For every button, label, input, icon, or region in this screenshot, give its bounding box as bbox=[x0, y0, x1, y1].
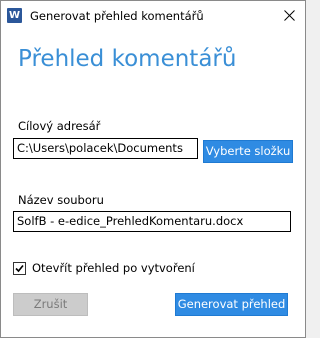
open-after-checkbox[interactable] bbox=[13, 262, 26, 275]
file-name-input[interactable]: SolfB - e-edice_PrehledKomentaru.docx bbox=[13, 211, 291, 232]
browse-folder-button[interactable]: Vyberte složku bbox=[203, 140, 293, 163]
page-heading: Přehled komentářů bbox=[18, 46, 237, 72]
target-dir-input[interactable]: C:\Users\polacek\Documents bbox=[13, 138, 198, 159]
open-after-label[interactable]: Otevřít přehled po vytvoření bbox=[32, 261, 195, 275]
close-icon bbox=[284, 10, 295, 21]
dialog-window: W Generovat přehled komentářů Přehled ko… bbox=[0, 0, 306, 338]
close-button[interactable] bbox=[275, 1, 305, 31]
window-title: Generovat přehled komentářů bbox=[30, 9, 204, 23]
generate-report-button[interactable]: Generovat přehled bbox=[175, 293, 288, 316]
word-app-icon: W bbox=[7, 8, 22, 23]
file-name-label: Název souboru bbox=[18, 193, 104, 207]
title-bar: W Generovat přehled komentářů bbox=[1, 1, 305, 31]
target-dir-label: Cílový adresář bbox=[18, 119, 101, 133]
checkmark-icon bbox=[15, 264, 24, 273]
cancel-button[interactable]: Zrušit bbox=[13, 293, 88, 316]
